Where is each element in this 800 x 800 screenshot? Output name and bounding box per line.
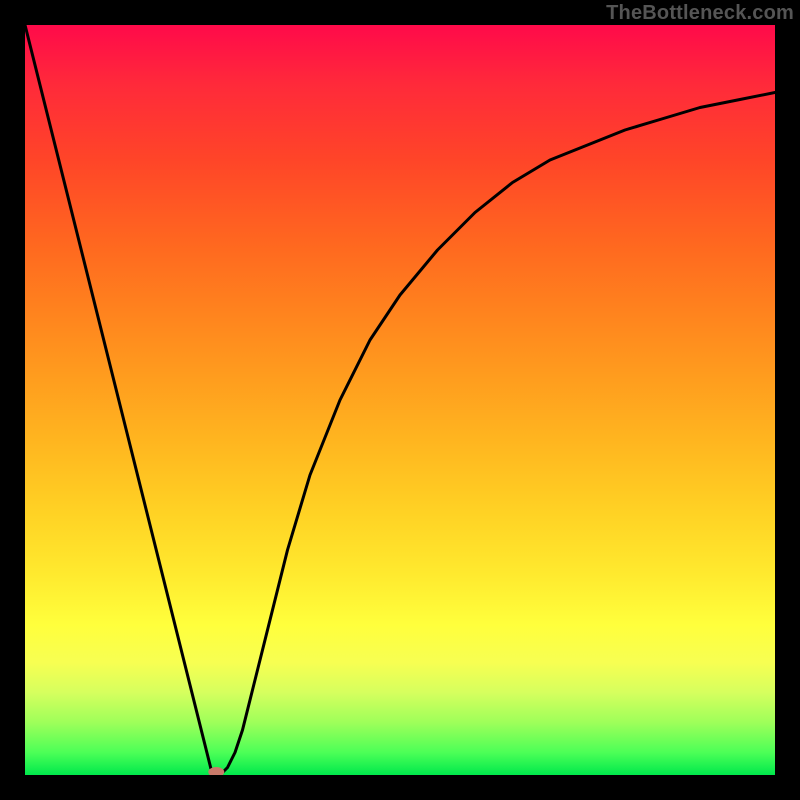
bottleneck-curve-svg [25,25,775,775]
bottleneck-curve [25,25,775,775]
watermark-text: TheBottleneck.com [606,2,794,25]
plot-area [25,25,775,775]
chart-container: TheBottleneck.com [0,0,800,800]
